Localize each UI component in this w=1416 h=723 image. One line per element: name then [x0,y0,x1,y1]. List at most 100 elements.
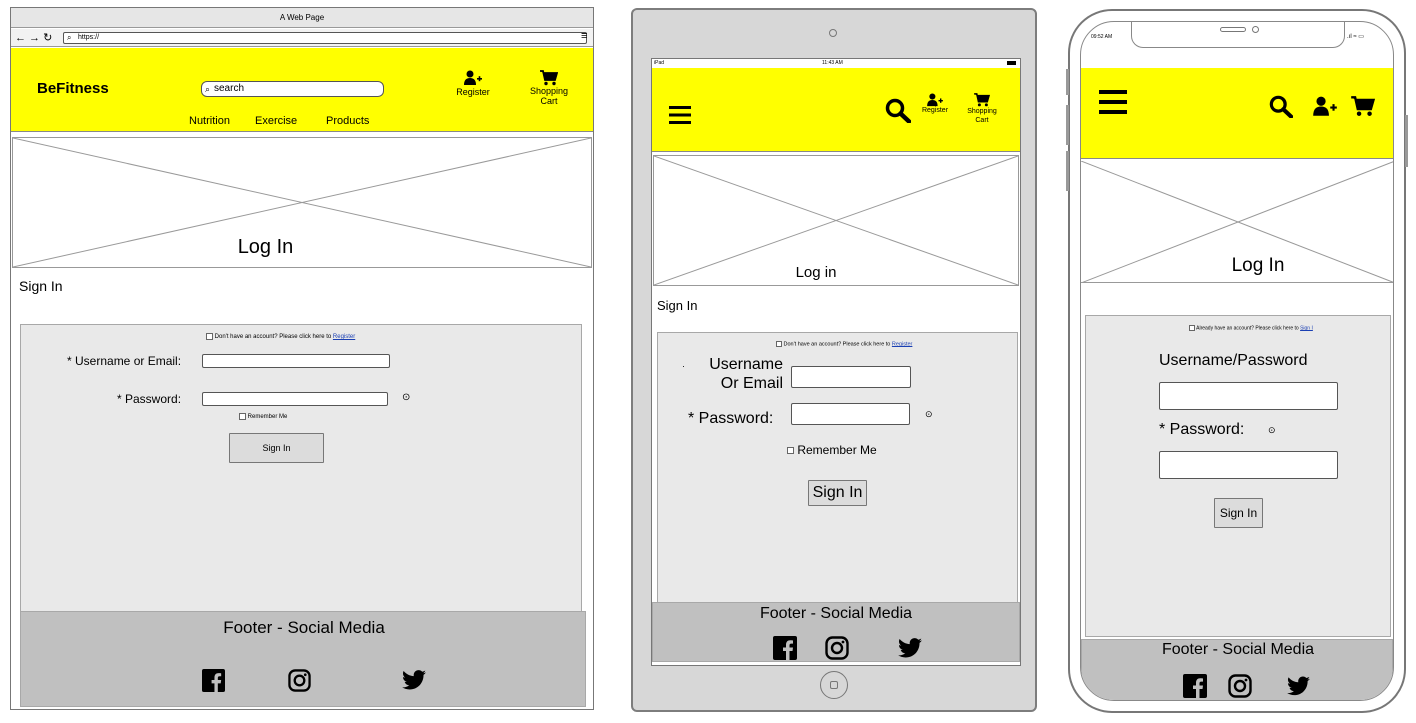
cart-link[interactable]: Shopping Cart [524,70,574,106]
sign-in-button[interactable]: Sign In [229,433,324,463]
sign-in-button[interactable]: Sign In [1214,498,1263,528]
twitter-icon[interactable] [898,638,922,658]
remember-checkbox[interactable] [787,447,794,455]
battery-icon [1007,61,1016,65]
cart-label-2: Cart [975,117,989,124]
username-input[interactable] [791,366,911,388]
cart-icon[interactable] [1351,96,1375,117]
search-icon: ⌕ [67,33,72,42]
site-footer: Footer - Social Media [1081,639,1393,700]
help-icon[interactable]: ⊙ [925,409,933,420]
username-label: Username/Password [1159,352,1308,369]
footer-title: Footer - Social Media [1161,641,1315,658]
login-panel: Already have an account? Please click he… [1085,315,1391,637]
register-link-inline[interactable]: Register [892,341,912,347]
hero-title: Log In [1231,255,1285,276]
account-prompt: Don't have an account? Please click here… [776,341,912,347]
register-link-inline[interactable]: Register [333,334,355,340]
url-input[interactable]: ⌕ https:// [63,32,587,44]
home-button[interactable] [820,671,848,699]
register-link[interactable]: Register [915,93,955,114]
facebook-icon[interactable] [202,669,225,692]
camera-icon [1252,26,1259,33]
username-label: Username Or Email [698,355,783,393]
hero-title: Log in [795,264,837,281]
brand-logo[interactable]: BeFitness [37,80,109,97]
password-input[interactable] [1159,451,1338,479]
facebook-icon[interactable] [1183,674,1207,698]
register-label: Register [921,107,949,114]
section-title: Sign In [657,298,698,313]
register-link[interactable]: Register [453,70,493,97]
account-checkbox[interactable] [1189,325,1195,331]
remember-me[interactable]: Remember Me [787,443,877,457]
tablet-header: Register Shopping Cart [652,68,1020,152]
remember-checkbox[interactable] [239,413,246,420]
url-text: https:// [78,34,100,41]
password-input[interactable] [791,403,910,425]
help-icon[interactable]: ⊙ [1268,425,1276,436]
twitter-icon[interactable] [402,670,426,690]
status-time: 09:52 AM [1091,34,1113,40]
remember-label: Remember Me [247,414,288,421]
search-input[interactable]: ⌕ search [201,81,384,97]
phone-notch [1131,22,1345,48]
cart-label-1: Shopping [529,86,569,96]
status-device: iPad [654,60,665,66]
home-square-icon [830,681,838,689]
site-header: BeFitness ⌕ search Nutrition Exercise Pr… [11,48,593,132]
username-input[interactable] [1159,382,1338,410]
footer-title: Footer - Social Media [759,605,913,622]
search-icon[interactable] [885,98,911,123]
register-label: Register [456,87,490,97]
nav-arrows-icon[interactable]: ← → ↻ [15,31,52,44]
sign-in-button[interactable]: Sign In [808,480,867,506]
sign-in-link-inline[interactable]: Sign I [1300,325,1313,331]
tablet-wireframe: iPad 11:43 AM Register Shopping Cart Log… [631,8,1037,712]
desktop-wireframe: A Web Page ← → ↻ ⌕ https:// ≡ BeFitness … [10,7,594,710]
hero-title: Log In [237,236,294,258]
add-user-icon [927,93,943,107]
account-prompt-text: Already have an account? Please click he… [1196,325,1299,332]
hero-image-placeholder: Log in [653,155,1019,286]
add-user-icon[interactable] [1313,96,1337,117]
menu-icon[interactable]: ≡ [581,30,587,42]
speaker-icon [1220,27,1246,32]
power-button [1405,115,1408,167]
nav-exercise[interactable]: Exercise [255,115,297,127]
menu-icon[interactable] [669,106,691,124]
status-time: 11:43 AM [822,60,843,66]
help-icon[interactable]: ⊙ [402,392,410,403]
menu-icon[interactable] [1099,90,1127,114]
signal-icon: .ıl ≈ ▭ [1347,34,1364,40]
add-user-icon [464,70,482,85]
search-icon: ⌕ [205,84,211,94]
twitter-icon[interactable] [1287,676,1310,696]
facebook-icon[interactable] [773,636,797,660]
account-prompt: Don't have an account? Please click here… [206,333,355,340]
nav-products[interactable]: Products [326,115,369,127]
phone-header [1081,68,1393,159]
remember-label: Remember Me [797,443,877,457]
phone-screen: 09:52 AM .ıl ≈ ▭ Log In Already have an … [1080,21,1394,701]
username-label: * Username or Email: [67,354,182,368]
account-checkbox[interactable] [206,333,213,340]
account-checkbox[interactable] [776,341,782,347]
cart-link[interactable]: Shopping Cart [960,93,1004,125]
password-input[interactable] [202,392,388,406]
cart-label-1: Shopping [967,108,997,115]
remember-me[interactable]: Remember Me [239,413,287,420]
cart-icon [540,70,558,86]
hero-image-placeholder: Log In [12,137,592,268]
phone-wireframe: 09:52 AM .ıl ≈ ▭ Log In Already have an … [1066,9,1408,713]
password-label: * Password: [1159,421,1245,438]
instagram-icon[interactable] [288,669,311,692]
instagram-icon[interactable] [1228,674,1252,698]
password-label: * Password: [117,392,182,406]
search-icon[interactable] [1269,95,1293,118]
username-input[interactable] [202,354,390,368]
nav-nutrition[interactable]: Nutrition [189,115,230,127]
footer-title: Footer - Social Media [223,618,385,637]
cart-icon [974,93,990,107]
instagram-icon[interactable] [825,636,849,660]
